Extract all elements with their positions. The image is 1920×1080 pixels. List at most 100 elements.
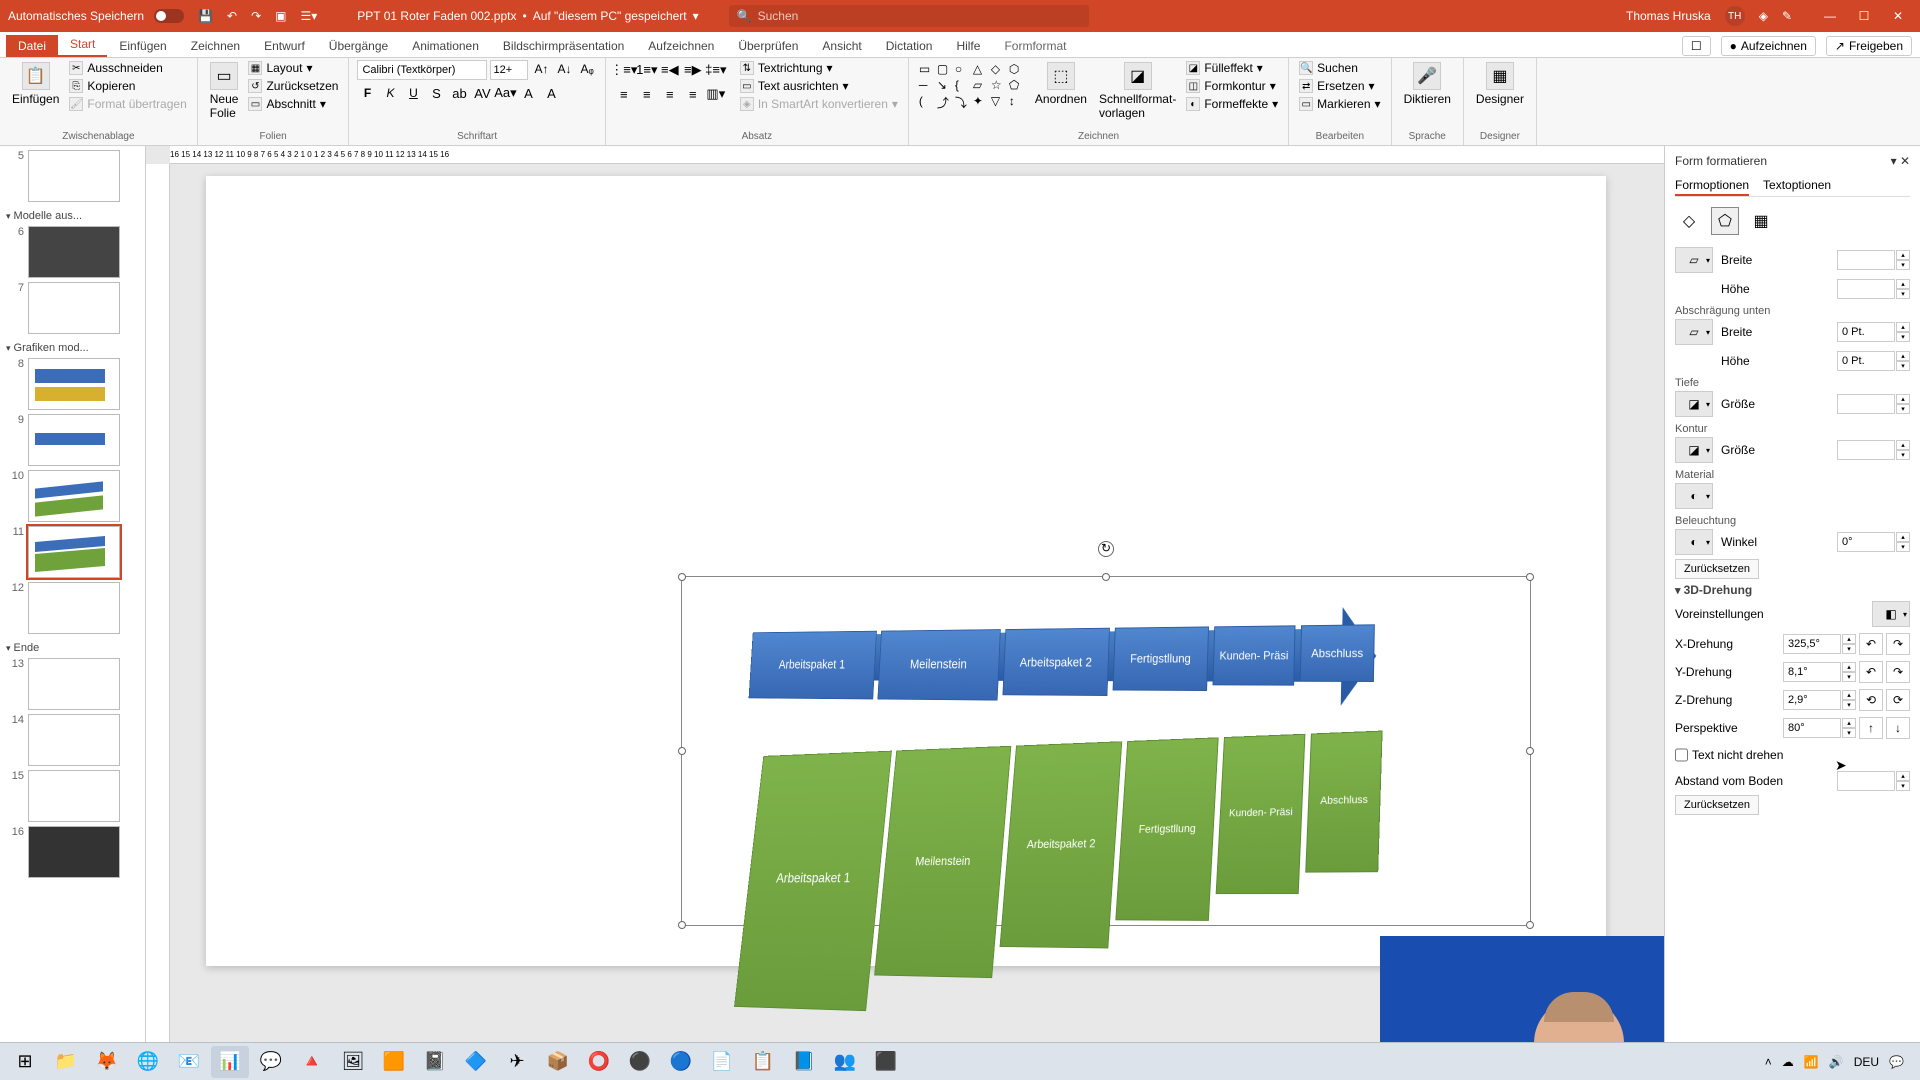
font-family-select[interactable] [357, 60, 487, 80]
smartart-button[interactable]: ◈In SmartArt konvertieren ▾ [738, 96, 900, 112]
paste-button[interactable]: 📋Einfügen [8, 60, 63, 108]
bevel-top-swatch[interactable]: ▱ [1675, 247, 1713, 273]
increase-font-icon[interactable]: A↑ [531, 60, 551, 80]
shape-effects-button[interactable]: ◐Formeffekte ▾ [1184, 96, 1280, 112]
window-minimize[interactable]: — [1816, 9, 1844, 23]
resize-handle[interactable] [678, 747, 686, 755]
underline-button[interactable]: U [403, 83, 423, 103]
telegram-icon[interactable]: ✈ [498, 1046, 536, 1078]
align-center-button[interactable]: ≡ [637, 84, 657, 104]
x-rot-right-button[interactable]: ↷ [1886, 633, 1910, 655]
app-icon[interactable]: 📄 [703, 1046, 741, 1078]
resize-handle[interactable] [1526, 747, 1534, 755]
visio-icon[interactable]: 🔷 [457, 1046, 495, 1078]
z-rot-right-button[interactable]: ⟳ [1886, 689, 1910, 711]
resize-handle[interactable] [678, 921, 686, 929]
tray-expand-icon[interactable]: ˄ [1765, 1055, 1772, 1069]
tab-insert[interactable]: Einfügen [107, 35, 178, 57]
strikethrough-button[interactable]: S [426, 83, 446, 103]
text-direction-button[interactable]: ⇅Textrichtung ▾ [738, 60, 900, 76]
tab-shapeformat[interactable]: Formformat [992, 35, 1078, 57]
thumbnail-selected[interactable]: 11 [8, 526, 141, 578]
teams-icon[interactable]: 👥 [826, 1046, 864, 1078]
thumbnail[interactable]: 9 [8, 414, 141, 466]
save-icon[interactable]: 💾 [198, 9, 213, 23]
size-props-icon[interactable]: ▦ [1747, 207, 1775, 235]
clear-format-icon[interactable]: Aᵩ [578, 60, 597, 80]
user-avatar[interactable]: TH [1725, 6, 1745, 26]
numbering-button[interactable]: 1≡▾ [637, 60, 657, 80]
tab-file[interactable]: Datei [6, 35, 58, 57]
format-painter-button[interactable]: 🖌Format übertragen [67, 96, 188, 112]
contour-color-swatch[interactable]: ◪ [1675, 437, 1713, 463]
thumbnail[interactable]: 5 [8, 150, 141, 202]
thumbnail[interactable]: 14 [8, 714, 141, 766]
pane-options-icon[interactable]: ▾ [1891, 154, 1897, 168]
shape-outline-button[interactable]: ◫Formkontur ▾ [1184, 78, 1280, 94]
slide-editor[interactable]: 16 15 14 13 12 11 10 9 8 7 6 5 4 3 2 1 0… [146, 146, 1664, 1052]
y-rot-right-button[interactable]: ↷ [1886, 661, 1910, 683]
arrange-button[interactable]: ⬚Anordnen [1031, 60, 1091, 108]
app-icon[interactable]: 🟧 [375, 1046, 413, 1078]
replace-button[interactable]: ⇄Ersetzen ▾ [1297, 78, 1382, 94]
decrease-indent-button[interactable]: ≡◀ [660, 60, 680, 80]
contour-size-input[interactable] [1837, 440, 1895, 460]
chrome-icon[interactable]: 🌐 [129, 1046, 167, 1078]
z-rot-left-button[interactable]: ⟲ [1859, 689, 1883, 711]
x-rot-left-button[interactable]: ↶ [1859, 633, 1883, 655]
z-rotation-input[interactable] [1783, 690, 1841, 710]
resize-handle[interactable] [1526, 921, 1534, 929]
thumbnail[interactable]: 16 [8, 826, 141, 878]
align-right-button[interactable]: ≡ [660, 84, 680, 104]
slideshow-icon[interactable]: ▣ [275, 9, 286, 23]
spacing-button[interactable]: AV [472, 83, 492, 103]
shapes-gallery[interactable]: ▭▢○△◇⬡ ─↘{▱☆⬠ (⤴⤵✦▽↕ [917, 60, 1027, 113]
thumbnail[interactable]: 15 [8, 770, 141, 822]
thumbnail[interactable]: 10 [8, 470, 141, 522]
depth-color-swatch[interactable]: ◪ [1675, 391, 1713, 417]
reset-slide-button[interactable]: ↺Zurücksetzen [246, 78, 340, 94]
thumbnail[interactable]: 6 [8, 226, 141, 278]
blue-process-diagram[interactable]: Arbeitspaket 1 Meilenstein Arbeitspaket … [747, 606, 1377, 736]
undo-icon[interactable]: ↶ [227, 9, 237, 23]
y-rotation-input[interactable] [1783, 662, 1841, 682]
bevel-bottom-swatch[interactable]: ▱ [1675, 319, 1713, 345]
perspective-down-button[interactable]: ↓ [1886, 717, 1910, 739]
perspective-input[interactable] [1783, 718, 1841, 738]
thumbnail[interactable]: 13 [8, 658, 141, 710]
lighting-swatch[interactable]: ◐ [1675, 529, 1713, 555]
depth-size-input[interactable] [1837, 394, 1895, 414]
explorer-icon[interactable]: 📁 [47, 1046, 85, 1078]
firefox-icon[interactable]: 🦊 [88, 1046, 126, 1078]
tab-start[interactable]: Start [58, 33, 107, 57]
decrease-font-icon[interactable]: A↓ [555, 60, 575, 80]
share-button[interactable]: ↗ Freigeben [1826, 36, 1912, 56]
section-header[interactable]: Modelle aus... [4, 206, 141, 226]
material-swatch[interactable]: ◐ [1675, 483, 1713, 509]
thumbnail[interactable]: 8 [8, 358, 141, 410]
touchmode-icon[interactable]: ☰▾ [301, 9, 318, 23]
align-text-button[interactable]: ▭Text ausrichten ▾ [738, 78, 900, 94]
powerpoint-icon[interactable]: 📊 [211, 1046, 249, 1078]
x-rotation-input[interactable] [1783, 634, 1841, 654]
tab-shape-options[interactable]: Formoptionen [1675, 176, 1749, 196]
redo-icon[interactable]: ↷ [251, 9, 261, 23]
app-icon[interactable]: ⭕ [580, 1046, 618, 1078]
window-close[interactable]: ✕ [1884, 9, 1912, 23]
align-left-button[interactable]: ≡ [614, 84, 634, 104]
rotate-handle[interactable] [1098, 541, 1114, 557]
app-icon[interactable]: 📋 [744, 1046, 782, 1078]
rotation-section[interactable]: ▾ 3D-Drehung [1675, 583, 1910, 597]
document-title[interactable]: PPT 01 Roter Faden 002.pptx • Auf "diese… [357, 9, 698, 23]
shadow-button[interactable]: ab [449, 83, 469, 103]
search-alt-icon[interactable]: ◈ [1759, 9, 1768, 23]
tab-view[interactable]: Ansicht [810, 35, 873, 57]
obs-icon[interactable]: ⚫ [621, 1046, 659, 1078]
bevel-top-width-input[interactable] [1837, 250, 1895, 270]
start-button[interactable]: ⊞ [6, 1046, 44, 1078]
tab-help[interactable]: Hilfe [944, 35, 992, 57]
tab-design[interactable]: Entwurf [252, 35, 317, 57]
layout-button[interactable]: ▦Layout ▾ [246, 60, 340, 76]
linespacing-button[interactable]: ‡≡▾ [706, 60, 726, 80]
dictate-button[interactable]: 🎤Diktieren [1400, 60, 1455, 108]
